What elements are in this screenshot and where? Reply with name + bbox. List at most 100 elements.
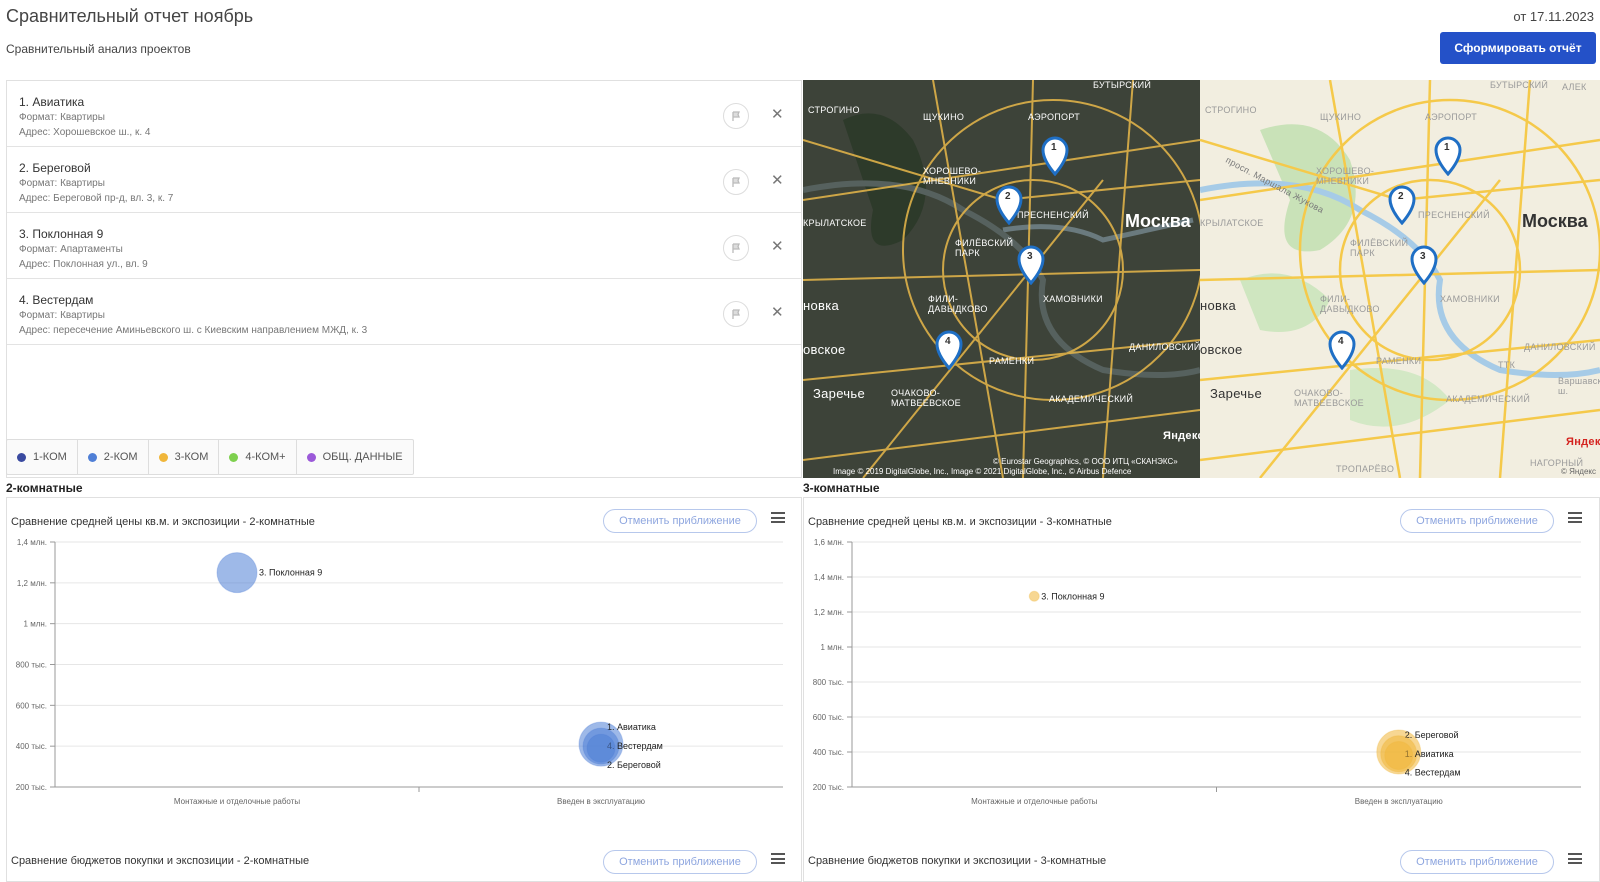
chart-card-2room: Сравнение средней цены кв.м. и экспозици… — [6, 497, 802, 882]
map-label: ХОРОШЕВО-МНЕВНИКИ — [923, 166, 982, 186]
project-address: Адрес: Хорошевское ш., к. 4 — [19, 127, 151, 138]
project-address: Адрес: Поклонная ул., вл. 9 — [19, 259, 148, 270]
project-address: Адрес: пересечение Аминьевского ш. с Кие… — [19, 325, 368, 336]
y-tick-label: 1,6 млн. — [814, 538, 844, 547]
page-subtitle: Сравнительный анализ проектов — [6, 42, 191, 56]
y-tick-label: 600 тыс. — [16, 701, 47, 710]
marker-number: 2 — [1005, 191, 1011, 202]
map-label: РАМЕНКИ — [989, 356, 1035, 366]
chart-plot-3room[interactable]: 200 тыс. 400 тыс. 600 тыс. 800 тыс. 1 млн. 1,… — [804, 532, 1600, 862]
map-label: КРЫЛАТСКОЕ — [803, 218, 867, 228]
project-item-2[interactable]: 2. Береговой Формат: Квартиры Адрес: Бер… — [7, 147, 801, 213]
map-copyright: © Яндекс — [1560, 467, 1596, 476]
map-label: АКАДЕМИЧЕСКИЙ — [1446, 394, 1531, 404]
y-tick-label: 1,2 млн. — [814, 608, 844, 617]
data-label: 4. Вестердам — [1405, 768, 1461, 778]
remove-project-button[interactable]: ✕ — [771, 239, 784, 254]
legend-dot — [87, 452, 97, 462]
flag-icon — [732, 176, 740, 187]
map-marker-2[interactable]: 2 — [995, 185, 1023, 226]
generate-report-button[interactable]: Сформировать отчёт — [1440, 32, 1596, 64]
data-label: 3. Поклонная 9 — [259, 568, 322, 578]
chart-menu-icon[interactable] — [771, 853, 785, 864]
map-label: ПРЕСНЕНСКИЙ — [1418, 210, 1490, 220]
map-city-label: Москва — [1522, 211, 1588, 231]
legend-item-general[interactable]: ОБЩ. ДАННЫЕ — [297, 440, 413, 474]
scheme-map-roads — [1200, 80, 1600, 478]
remove-project-button[interactable]: ✕ — [771, 305, 784, 320]
map-label: БУТЫРСКИЙ — [1093, 80, 1152, 90]
flag-button[interactable] — [723, 235, 749, 261]
room-type-legend: 1-КОМ 2-КОМ 3-КОМ 4-КОМ+ ОБЩ. ДАННЫЕ — [6, 439, 414, 475]
map-city-label: Москва — [1125, 211, 1191, 231]
legend-label: 1-КОМ — [33, 451, 67, 463]
marker-number: 2 — [1398, 191, 1404, 202]
map-label: ХОРОШЕВО-МНЕВНИКИ — [1316, 166, 1375, 186]
map-marker-1[interactable]: 1 — [1041, 136, 1069, 177]
y-tick-label: 1 млн. — [821, 643, 844, 652]
map-marker-4[interactable]: 4 — [1328, 330, 1356, 371]
map-label: СТРОГИНО — [1205, 105, 1257, 115]
legend-item-2kom[interactable]: 2-КОМ — [78, 440, 149, 474]
y-tick-label: 800 тыс. — [813, 678, 844, 687]
flag-button[interactable] — [723, 169, 749, 195]
chart-menu-icon[interactable] — [1568, 853, 1582, 864]
reset-zoom-button[interactable]: Отменить приближение — [603, 850, 757, 874]
chart-menu-icon[interactable] — [771, 512, 785, 523]
flag-icon — [732, 110, 740, 121]
legend-item-3kom[interactable]: 3-КОМ — [149, 440, 220, 474]
legend-label: ОБЩ. ДАННЫЕ — [322, 451, 403, 463]
map-marker-3[interactable]: 3 — [1410, 245, 1438, 286]
reset-zoom-button[interactable]: Отменить приближение — [1400, 850, 1554, 874]
map-label: ФИЛИ-ДАВЫДКОВО — [928, 294, 988, 314]
map-label: ПРЕСНЕНСКИЙ — [1017, 210, 1089, 220]
chart-title: Сравнение бюджетов покупки и экспозиции … — [11, 855, 310, 867]
map-marker-1[interactable]: 1 — [1434, 136, 1462, 177]
project-item-4[interactable]: 4. Вестердам Формат: Квартиры Адрес: пер… — [7, 279, 801, 345]
map-label: ХАМОВНИКИ — [1440, 294, 1500, 304]
marker-number: 1 — [1051, 142, 1057, 153]
project-format: Формат: Квартиры — [19, 112, 105, 123]
chart-title: Сравнение средней цены кв.м. и экспозици… — [808, 516, 1112, 528]
chart-menu-icon[interactable] — [1568, 512, 1582, 523]
reset-zoom-button[interactable]: Отменить приближение — [1400, 509, 1554, 533]
legend-label: 4-КОМ+ — [245, 451, 286, 463]
marker-number: 4 — [1338, 336, 1344, 347]
map-label: АЛЕК — [1562, 82, 1587, 92]
legend-item-4kom[interactable]: 4-КОМ+ — [219, 440, 297, 474]
scheme-map[interactable]: СТРОГИНО ЩУКИНО АЭРОПОРТ БУТЫРСКИЙ АЛЕК … — [1200, 80, 1600, 478]
legend-label: 2-КОМ — [103, 451, 138, 463]
data-point — [216, 552, 258, 594]
map-label: новка — [803, 298, 840, 313]
project-item-1[interactable]: 1. Авиатика Формат: Квартиры Адрес: Хоро… — [7, 81, 801, 147]
page-title: Сравнительный отчет ноябрь — [6, 6, 254, 26]
remove-project-button[interactable]: ✕ — [771, 107, 784, 122]
map-label: АЭРОПОРТ — [1425, 112, 1478, 122]
project-item-3[interactable]: 3. Поклонная 9 Формат: Апартаменты Адрес… — [7, 213, 801, 279]
legend-item-1kom[interactable]: 1-КОМ — [7, 440, 78, 474]
map-label: КРЫЛАТСКОЕ — [1200, 218, 1264, 228]
map-marker-3[interactable]: 3 — [1017, 245, 1045, 286]
header: Сравнительный отчет ноябрь Сравнительный… — [0, 0, 1600, 78]
map-copyright: Image © 2019 DigitalGlobe, Inc., Image ©… — [833, 467, 1132, 476]
map-label: ЩУКИНО — [1320, 112, 1362, 122]
map-label: новка — [1200, 298, 1237, 313]
section-title-2room: 2-комнатные — [6, 481, 83, 495]
legend-dot — [158, 452, 168, 462]
flag-button[interactable] — [723, 103, 749, 129]
legend-dot — [229, 452, 239, 462]
data-label: 1. Авиатика — [607, 722, 656, 732]
remove-project-button[interactable]: ✕ — [771, 173, 784, 188]
satellite-map[interactable]: СТРОГИНО ЩУКИНО АЭРОПОРТ БУТЫРСКИЙ ХОРОШ… — [803, 80, 1200, 478]
map-label: ОЧАКОВО-МАТВЕЕВСКОЕ — [1294, 388, 1364, 408]
reset-zoom-button[interactable]: Отменить приближение — [603, 509, 757, 533]
chart-plot-2room[interactable]: 200 тыс. 400 тыс. 600 тыс. 800 тыс. 1 млн. 1,… — [7, 532, 802, 862]
flag-button[interactable] — [723, 301, 749, 327]
map-marker-2[interactable]: 2 — [1388, 185, 1416, 226]
map-label: Варшавское ш. — [1558, 376, 1600, 396]
map-marker-4[interactable]: 4 — [935, 330, 963, 371]
map-label: ЩУКИНО — [923, 112, 965, 122]
y-tick-label: 1 млн. — [24, 620, 47, 629]
project-name: 1. Авиатика — [19, 95, 85, 109]
project-format: Формат: Квартиры — [19, 178, 105, 189]
